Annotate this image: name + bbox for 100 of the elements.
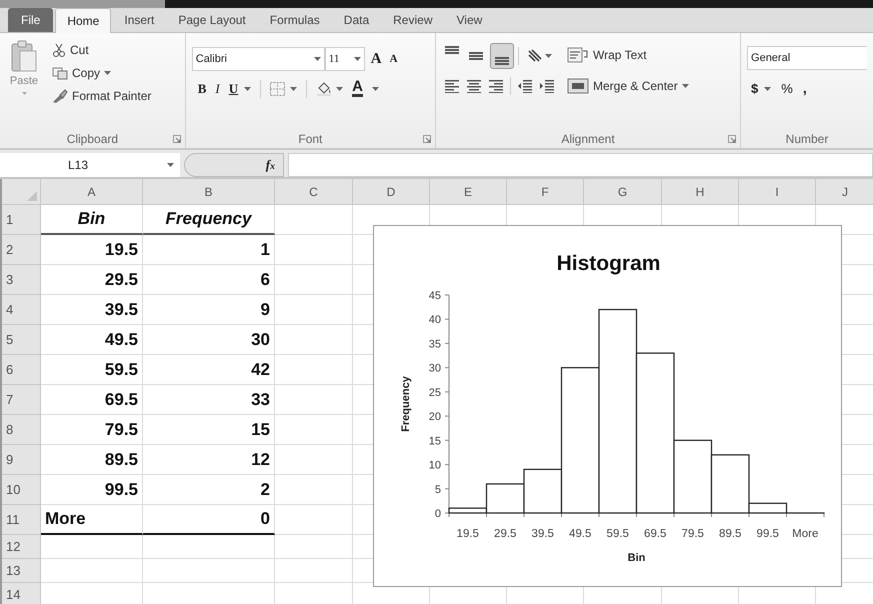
borders-button[interactable] xyxy=(270,82,298,96)
ribbon-tab[interactable]: Review xyxy=(382,8,444,32)
table-cell: 0 xyxy=(143,505,275,535)
row-header[interactable]: 6 xyxy=(6,360,14,380)
y-tick-label: 10 xyxy=(428,460,441,472)
x-tick-label: 49.5 xyxy=(569,528,592,540)
chart-title: Histogram xyxy=(556,252,660,275)
table-cell: 19.5 xyxy=(41,235,143,265)
table-cell: 33 xyxy=(143,385,275,415)
table-cell: 9 xyxy=(143,295,275,325)
y-tick-label: 0 xyxy=(434,508,441,520)
ribbon-tab[interactable]: View xyxy=(446,8,494,32)
number-format-field[interactable]: General xyxy=(747,46,868,70)
number-format-value: General xyxy=(751,50,790,66)
row-header[interactable]: 8 xyxy=(6,420,14,440)
group-label: Font xyxy=(298,131,322,148)
table-cell: 42 xyxy=(143,355,275,385)
x-tick-label: 39.5 xyxy=(532,528,554,540)
ribbon-tab[interactable]: Home xyxy=(55,8,112,33)
formula-input-field[interactable] xyxy=(288,152,873,176)
align-top-icon xyxy=(445,46,460,54)
merge-center-button[interactable]: Merge & Center xyxy=(565,75,691,97)
x-tick-label: 19.5 xyxy=(456,528,479,540)
row-header[interactable]: 9 xyxy=(6,450,14,470)
x-tick-label: 89.5 xyxy=(719,528,742,540)
comma-style-button[interactable]: , xyxy=(802,78,807,99)
column-header[interactable]: J xyxy=(842,182,848,200)
column-header[interactable]: A xyxy=(87,182,96,200)
cut-button[interactable]: Cut xyxy=(50,39,154,61)
table-cell: 1 xyxy=(143,235,275,265)
align-bottom-button[interactable] xyxy=(490,43,514,69)
name-box[interactable]: L13 xyxy=(0,152,180,176)
percent-button[interactable]: % xyxy=(781,78,793,98)
merge-cells-icon xyxy=(567,78,590,94)
column-header[interactable]: F xyxy=(541,182,549,200)
insert-function-button[interactable]: f$_{x}$ xyxy=(184,152,284,176)
increase-indent-icon xyxy=(539,79,556,93)
column-header[interactable]: D xyxy=(386,182,396,200)
x-tick-label: 29.5 xyxy=(494,528,516,540)
ribbon-tab[interactable]: Data xyxy=(332,8,380,32)
shrink-font-button[interactable]: A xyxy=(388,50,400,68)
row-header[interactable]: 7 xyxy=(6,390,14,410)
row-header[interactable]: 1 xyxy=(6,210,14,230)
table-cell: 15 xyxy=(143,415,275,445)
column-header[interactable]: H xyxy=(696,182,704,200)
table-cell: 49.5 xyxy=(41,325,143,355)
group-label: Number xyxy=(786,131,828,148)
fill-color-button[interactable] xyxy=(316,81,344,96)
paint-bucket-icon xyxy=(316,81,332,96)
caret-icon xyxy=(764,86,772,90)
italic-button[interactable]: I xyxy=(215,79,220,98)
caret-icon xyxy=(354,57,361,61)
row-header[interactable]: 5 xyxy=(6,330,14,350)
orientation-button[interactable] xyxy=(527,49,552,63)
y-tick-label: 25 xyxy=(428,386,441,399)
file-tab[interactable]: File xyxy=(8,8,54,32)
ribbon-tab[interactable]: Formulas xyxy=(258,8,331,32)
table-cell: 39.5 xyxy=(41,295,143,325)
column-header[interactable]: E xyxy=(464,182,472,200)
align-bottom-icon xyxy=(495,57,510,65)
caret-icon xyxy=(167,162,174,166)
table-cell: 6 xyxy=(143,265,275,295)
ribbon-tab[interactable]: Page Layout xyxy=(167,8,257,32)
currency-button[interactable]: $ xyxy=(751,78,772,98)
font-name-field[interactable]: Calibri xyxy=(192,47,325,71)
y-tick-label: 35 xyxy=(428,338,441,350)
table-cell: Frequency xyxy=(143,205,275,235)
format-painter-button[interactable]: Format Painter xyxy=(50,85,154,107)
name-box-value: L13 xyxy=(68,156,88,174)
align-middle-icon xyxy=(469,52,484,60)
grow-font-button[interactable]: A xyxy=(368,48,384,70)
y-tick-label: 45 xyxy=(428,290,441,302)
dialog-launcher-icon xyxy=(728,135,736,143)
column-header[interactable]: C xyxy=(309,182,318,200)
row-header[interactable]: 3 xyxy=(6,270,14,290)
column-header[interactable]: I xyxy=(775,182,779,200)
row-header[interactable]: 4 xyxy=(6,300,14,320)
font-size-value: 11 xyxy=(328,52,340,67)
column-header[interactable]: G xyxy=(618,182,628,200)
table-cell: More xyxy=(41,505,143,535)
caret-icon xyxy=(22,92,26,94)
font-color-button[interactable]: A xyxy=(352,80,363,98)
wrap-text-icon xyxy=(567,47,590,63)
column-header[interactable]: B xyxy=(204,182,212,200)
copy-button[interactable]: Copy xyxy=(50,62,154,84)
row-header[interactable]: 2 xyxy=(6,240,14,260)
bold-button[interactable]: B xyxy=(198,79,206,98)
table-cell: 59.5 xyxy=(41,355,143,385)
x-axis-title: Bin xyxy=(628,552,646,564)
x-tick-label: 69.5 xyxy=(644,528,666,540)
table-cell: 99.5 xyxy=(41,475,143,505)
clipboard-icon xyxy=(10,39,38,73)
font-size-field[interactable]: 11 xyxy=(324,47,365,71)
ribbon-tab[interactable]: Insert xyxy=(113,8,166,32)
x-tick-label: 59.5 xyxy=(606,528,629,540)
underline-button[interactable]: U xyxy=(228,79,252,98)
scissors-icon xyxy=(52,43,66,57)
select-all-icon xyxy=(27,191,37,201)
caret-icon xyxy=(314,57,321,61)
wrap-text-button[interactable]: Wrap Text xyxy=(565,44,691,66)
